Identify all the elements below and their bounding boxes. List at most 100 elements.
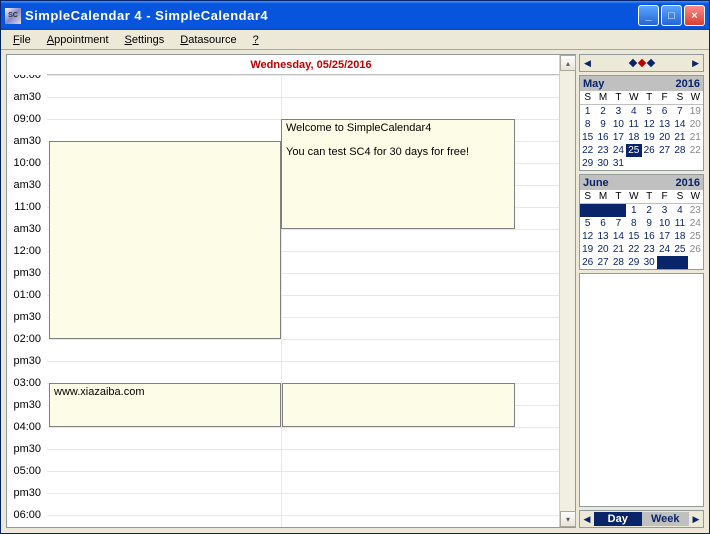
day-cell[interactable]: 20 bbox=[688, 118, 703, 131]
event-welcome[interactable]: Welcome to SimpleCalendar4You can test S… bbox=[281, 119, 515, 229]
day-cell[interactable]: 24 bbox=[657, 243, 672, 256]
nav-diamonds[interactable] bbox=[630, 60, 654, 66]
day-cell[interactable]: 27 bbox=[595, 256, 610, 269]
day-cell[interactable]: 1 bbox=[626, 204, 641, 217]
day-cell[interactable]: 21 bbox=[672, 131, 687, 144]
view-day-button[interactable]: Day bbox=[594, 512, 642, 526]
day-cell[interactable]: 14 bbox=[672, 118, 687, 131]
day-cell[interactable]: 1 bbox=[580, 105, 595, 118]
day-cell[interactable]: 8 bbox=[626, 217, 641, 230]
event-empty[interactable] bbox=[282, 383, 515, 427]
menu-file[interactable]: File bbox=[5, 32, 39, 48]
titlebar[interactable]: SC SimpleCalendar 4 - SimpleCalendar4 _ … bbox=[1, 1, 709, 30]
view-next-icon[interactable]: ▶ bbox=[689, 514, 703, 525]
day-cell[interactable]: 23 bbox=[688, 204, 703, 217]
menu-help[interactable]: ? bbox=[245, 32, 267, 48]
event-url[interactable]: www.xiazaiba.com bbox=[49, 383, 281, 427]
day-cell[interactable]: 13 bbox=[595, 230, 610, 243]
day-cell[interactable]: 21 bbox=[688, 131, 703, 144]
day-cell[interactable]: 9 bbox=[642, 217, 657, 230]
nav-prev-icon[interactable]: ◀ bbox=[584, 58, 591, 69]
day-cell[interactable]: 17 bbox=[657, 230, 672, 243]
day-cell[interactable]: 4 bbox=[626, 105, 641, 118]
day-cell[interactable]: 10 bbox=[611, 118, 626, 131]
scroll-up-button[interactable]: ▴ bbox=[560, 55, 576, 71]
day-cell[interactable]: 3 bbox=[657, 204, 672, 217]
nav-next-icon[interactable]: ▶ bbox=[692, 58, 699, 69]
mini-calendar-may[interactable]: May2016SMTWTFSW1234567198910111213142015… bbox=[579, 75, 704, 171]
scroll-down-button[interactable]: ▾ bbox=[560, 511, 576, 527]
day-cell[interactable]: 23 bbox=[642, 243, 657, 256]
schedule-grid[interactable]: 08:00am3009:00am3010:00am3011:00am3012:0… bbox=[7, 75, 575, 527]
day-cell[interactable]: 22 bbox=[688, 144, 703, 157]
day-cell[interactable]: 26 bbox=[642, 144, 657, 157]
day-cell[interactable]: 16 bbox=[642, 230, 657, 243]
minimize-button[interactable]: _ bbox=[638, 5, 659, 26]
day-cell[interactable]: 28 bbox=[672, 144, 687, 157]
day-cell[interactable]: 22 bbox=[580, 144, 595, 157]
time-label: pm30 bbox=[7, 487, 45, 499]
day-cell[interactable]: 15 bbox=[626, 230, 641, 243]
day-cell[interactable]: 26 bbox=[688, 243, 703, 256]
time-label: am30 bbox=[7, 179, 45, 191]
day-cell[interactable]: 6 bbox=[657, 105, 672, 118]
day-cell[interactable]: 9 bbox=[595, 118, 610, 131]
day-cell[interactable]: 17 bbox=[611, 131, 626, 144]
day-cell[interactable]: 14 bbox=[611, 230, 626, 243]
scrollbar[interactable]: ▴ ▾ bbox=[559, 55, 575, 527]
event-blank[interactable] bbox=[49, 141, 281, 339]
day-cell[interactable]: 11 bbox=[672, 217, 687, 230]
day-cell[interactable]: 30 bbox=[595, 157, 610, 170]
day-cell[interactable]: 19 bbox=[642, 131, 657, 144]
mini-calendar-june[interactable]: June2016SMTWTFSW123423567891011241213141… bbox=[579, 174, 704, 270]
day-cell[interactable]: 2 bbox=[642, 204, 657, 217]
day-cell[interactable]: 29 bbox=[626, 256, 641, 269]
day-cell[interactable]: 10 bbox=[657, 217, 672, 230]
day-cell[interactable]: 18 bbox=[672, 230, 687, 243]
day-cell[interactable]: 24 bbox=[688, 217, 703, 230]
day-cell[interactable]: 26 bbox=[580, 256, 595, 269]
day-cell[interactable]: 5 bbox=[642, 105, 657, 118]
day-cell[interactable]: 31 bbox=[611, 157, 626, 170]
close-button[interactable]: × bbox=[684, 5, 705, 26]
day-cell[interactable]: 12 bbox=[642, 118, 657, 131]
day-cell[interactable]: 5 bbox=[580, 217, 595, 230]
time-label: pm30 bbox=[7, 399, 45, 411]
day-cell[interactable]: 6 bbox=[595, 217, 610, 230]
maximize-button[interactable]: □ bbox=[661, 5, 682, 26]
day-cell[interactable]: 20 bbox=[657, 131, 672, 144]
day-cell[interactable]: 11 bbox=[626, 118, 641, 131]
day-cell[interactable]: 29 bbox=[580, 157, 595, 170]
day-cell[interactable]: 22 bbox=[626, 243, 641, 256]
view-week-button[interactable]: Week bbox=[642, 512, 690, 526]
day-cell[interactable]: 19 bbox=[688, 105, 703, 118]
dow-label: S bbox=[580, 190, 595, 203]
day-cell[interactable]: 18 bbox=[626, 131, 641, 144]
day-cell[interactable]: 15 bbox=[580, 131, 595, 144]
day-cell[interactable]: 3 bbox=[611, 105, 626, 118]
menu-datasource[interactable]: Datasource bbox=[172, 32, 244, 48]
day-cell[interactable]: 25 bbox=[672, 243, 687, 256]
day-cell[interactable]: 8 bbox=[580, 118, 595, 131]
day-cell[interactable]: 12 bbox=[580, 230, 595, 243]
menu-appointment[interactable]: Appointment bbox=[39, 32, 117, 48]
day-cell[interactable]: 24 bbox=[611, 144, 626, 157]
day-cell[interactable]: 28 bbox=[611, 256, 626, 269]
view-switcher: ◀ Day Week ▶ bbox=[579, 510, 704, 528]
day-cell[interactable]: 16 bbox=[595, 131, 610, 144]
day-cell[interactable]: 23 bbox=[595, 144, 610, 157]
day-cell[interactable]: 4 bbox=[672, 204, 687, 217]
day-cell[interactable]: 7 bbox=[611, 217, 626, 230]
day-cell[interactable]: 25 bbox=[626, 144, 641, 157]
day-cell[interactable]: 21 bbox=[611, 243, 626, 256]
day-cell[interactable]: 7 bbox=[672, 105, 687, 118]
day-cell[interactable]: 20 bbox=[595, 243, 610, 256]
day-cell[interactable]: 13 bbox=[657, 118, 672, 131]
day-cell[interactable]: 2 bbox=[595, 105, 610, 118]
day-cell[interactable]: 30 bbox=[642, 256, 657, 269]
day-cell[interactable]: 19 bbox=[580, 243, 595, 256]
day-cell[interactable]: 27 bbox=[657, 144, 672, 157]
view-prev-icon[interactable]: ◀ bbox=[580, 514, 594, 525]
day-cell[interactable]: 25 bbox=[688, 230, 703, 243]
menu-settings[interactable]: Settings bbox=[117, 32, 173, 48]
